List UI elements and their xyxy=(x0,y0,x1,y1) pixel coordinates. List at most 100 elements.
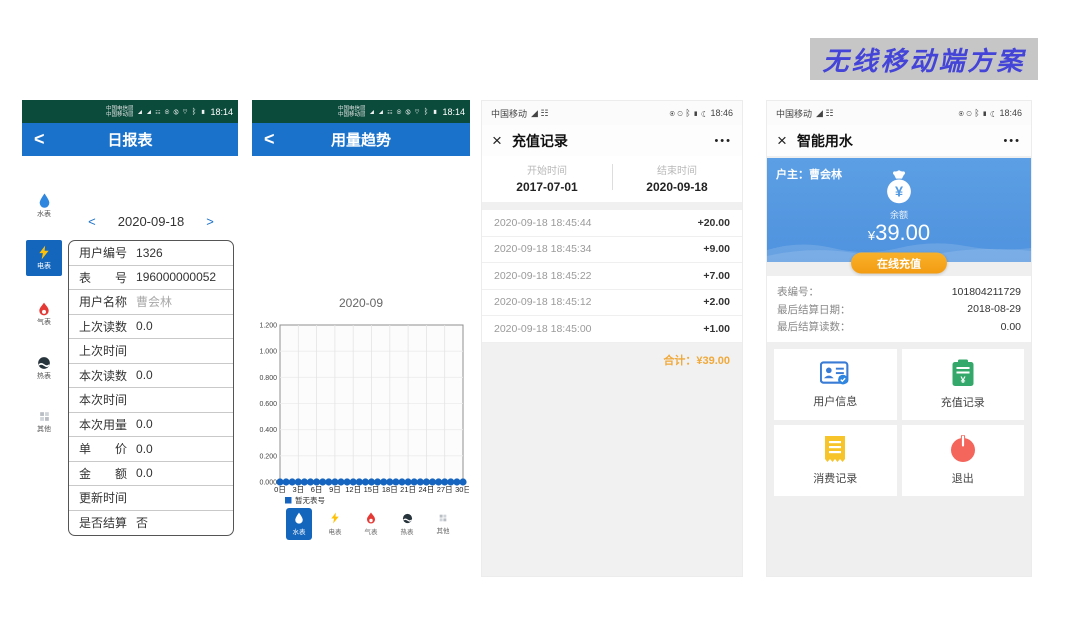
carrier-2: 中国移动▨ xyxy=(338,112,366,118)
field-row-user-name: 用户名称曹会林 xyxy=(69,290,233,315)
field-label: 用户名称 xyxy=(79,293,127,310)
svg-text:3日: 3日 xyxy=(292,485,304,494)
meter-type-sidebar: 水表 电表 气表 热表 其他 xyxy=(22,156,66,585)
tab-other[interactable]: 其他 xyxy=(430,508,456,540)
other-grid-icon xyxy=(38,410,51,423)
field-row-amount: 金 额 0.0 xyxy=(69,462,233,487)
info-label: 最后结算日期： xyxy=(777,302,851,317)
record-amount: +7.00 xyxy=(703,270,730,282)
sidebar-item-label: 气表 xyxy=(37,317,51,327)
online-recharge-button[interactable]: 在线充值 xyxy=(851,253,947,274)
field-row-current-time: 本次时间 xyxy=(69,388,233,413)
menu-card-recharge-records[interactable]: ¥ 充值记录 xyxy=(902,349,1025,420)
menu-label: 用户信息 xyxy=(813,393,857,409)
current-date[interactable]: 2020-09-18 xyxy=(118,214,185,229)
record-amount: +20.00 xyxy=(698,217,730,229)
flame-icon xyxy=(38,302,50,316)
date-navigator: < 2020-09-18 > xyxy=(68,214,234,229)
end-date-value: 2020-09-18 xyxy=(646,180,707,194)
water-drop-icon xyxy=(294,512,304,524)
info-value: 101804211729 xyxy=(952,286,1021,298)
field-value: 0.0 xyxy=(136,319,153,333)
solution-title-banner: 无线移动端方案 xyxy=(810,38,1038,80)
sidebar-item-other[interactable]: 其他 xyxy=(26,404,62,440)
trend-body: 2020-09 1.2001.0000.8000.6000.4000.2000.… xyxy=(252,156,470,585)
field-value: 196000000052 xyxy=(136,270,216,284)
field-value: 0.0 xyxy=(136,466,153,480)
status-bar: 中国电信▨ 中国移动▨ ◢ ◢ ☷ ◉ Ⓝ ♡ ᛒ ▮ 18:14 xyxy=(252,100,470,123)
sidebar-item-electric-meter[interactable]: 电表 xyxy=(26,240,62,276)
status-icons: ◉ ⊙ ᛒ ▮ ☾ xyxy=(958,108,995,118)
field-row-update-time: 更新时间 xyxy=(69,486,233,511)
lightning-icon xyxy=(38,245,50,260)
field-label: 用户编号 xyxy=(79,244,127,261)
record-time: 2020-09-18 18:45:00 xyxy=(494,323,592,335)
close-icon[interactable]: × xyxy=(777,132,787,149)
end-date-label: 结束时间 xyxy=(657,162,697,177)
field-row-current-usage: 本次用量0.0 xyxy=(69,413,233,438)
menu-card-user-info[interactable]: 用户信息 xyxy=(774,349,897,420)
end-date-picker[interactable]: 结束时间 2020-09-18 xyxy=(612,162,742,194)
app-header: < 用量趋势 xyxy=(252,123,470,156)
more-menu-icon[interactable]: ••• xyxy=(1003,135,1021,147)
record-time: 2020-09-18 18:45:44 xyxy=(494,217,592,229)
svg-text:15日: 15日 xyxy=(364,485,380,494)
other-grid-icon xyxy=(438,513,448,523)
tab-label: 电表 xyxy=(329,526,342,536)
status-time: 18:46 xyxy=(999,108,1022,118)
tab-water-meter[interactable]: 水表 xyxy=(286,508,312,540)
field-row-unit-price: 单 价0.0 xyxy=(69,437,233,462)
meter-info-section: 表编号：101804211729 最后结算日期：2018-08-29 最后结算读… xyxy=(767,276,1031,342)
carrier: 中国移动 xyxy=(491,107,527,120)
sidebar-item-gas-meter[interactable]: 气表 xyxy=(26,296,62,332)
info-row-last-settle-date: 最后结算日期： 2018-08-29 xyxy=(777,301,1021,319)
close-icon[interactable]: × xyxy=(492,132,502,149)
record-row: 2020-09-18 18:45:22 +7.00 xyxy=(482,263,742,290)
record-time: 2020-09-18 18:45:12 xyxy=(494,296,592,308)
info-row-meter-no: 表编号： 101804211729 xyxy=(777,283,1021,301)
recharge-record-list: 2020-09-18 18:45:44 +20.00 2020-09-18 18:… xyxy=(482,210,742,343)
status-icons: ◢ ◢ ☷ ◉ Ⓝ ♡ ᛒ ▮ xyxy=(370,107,439,116)
field-label: 本次时间 xyxy=(79,391,127,408)
sidebar-item-water-meter[interactable]: 水表 xyxy=(26,188,62,224)
page-title: 用量趋势 xyxy=(252,129,470,150)
menu-label: 消费记录 xyxy=(813,470,857,486)
record-row: 2020-09-18 18:45:12+2.00 xyxy=(482,290,742,317)
record-time: 2020-09-18 18:45:22 xyxy=(494,270,592,282)
start-date-label: 开始时间 xyxy=(527,162,567,177)
record-amount: +9.00 xyxy=(703,243,730,255)
section-divider xyxy=(482,202,742,210)
info-label: 表编号： xyxy=(777,284,819,299)
more-menu-icon[interactable]: ••• xyxy=(714,135,732,147)
field-row-last-time: 上次时间 xyxy=(69,339,233,364)
user-card-icon xyxy=(820,360,850,386)
menu-card-consume-records[interactable]: 消费记录 xyxy=(774,425,897,496)
carrier-2: 中国移动▨ xyxy=(106,112,134,118)
menu-card-exit[interactable]: 退出 xyxy=(902,425,1025,496)
daily-report-form: 用户编号1326 表 号196000000052 用户名称曹会林 上次读数0.0… xyxy=(68,240,234,536)
field-label: 本次读数 xyxy=(79,367,127,384)
sidebar-item-label: 其他 xyxy=(37,424,51,434)
sidebar-item-heat-meter[interactable]: 热表 xyxy=(26,350,62,386)
record-row: 2020-09-18 18:45:34+9.00 xyxy=(482,237,742,264)
start-date-picker[interactable]: 开始时间 2017-07-01 xyxy=(482,162,612,194)
field-value: 0.0 xyxy=(136,442,153,456)
record-row: 2020-09-18 18:45:44 +20.00 xyxy=(482,210,742,237)
tab-gas-meter[interactable]: 气表 xyxy=(358,508,384,540)
prev-day-button[interactable]: < xyxy=(88,214,96,229)
svg-text:0.400: 0.400 xyxy=(259,427,277,434)
info-value: 2018-08-29 xyxy=(967,303,1021,315)
tab-electric-meter[interactable]: 电表 xyxy=(322,508,348,540)
status-time: 18:14 xyxy=(442,107,465,117)
field-label: 上次时间 xyxy=(79,342,127,359)
water-drop-icon xyxy=(38,193,51,208)
tab-heat-meter[interactable]: 热表 xyxy=(394,508,420,540)
svg-text:9日: 9日 xyxy=(329,485,341,494)
field-value: 0.0 xyxy=(136,368,153,382)
app-header: × 充值记录 ••• xyxy=(482,125,742,156)
field-label: 金 额 xyxy=(79,465,127,482)
recharge-receipt-icon: ¥ xyxy=(951,359,975,387)
next-day-button[interactable]: > xyxy=(206,214,214,229)
svg-text:18日: 18日 xyxy=(382,485,398,494)
sidebar-item-label: 电表 xyxy=(37,261,51,271)
